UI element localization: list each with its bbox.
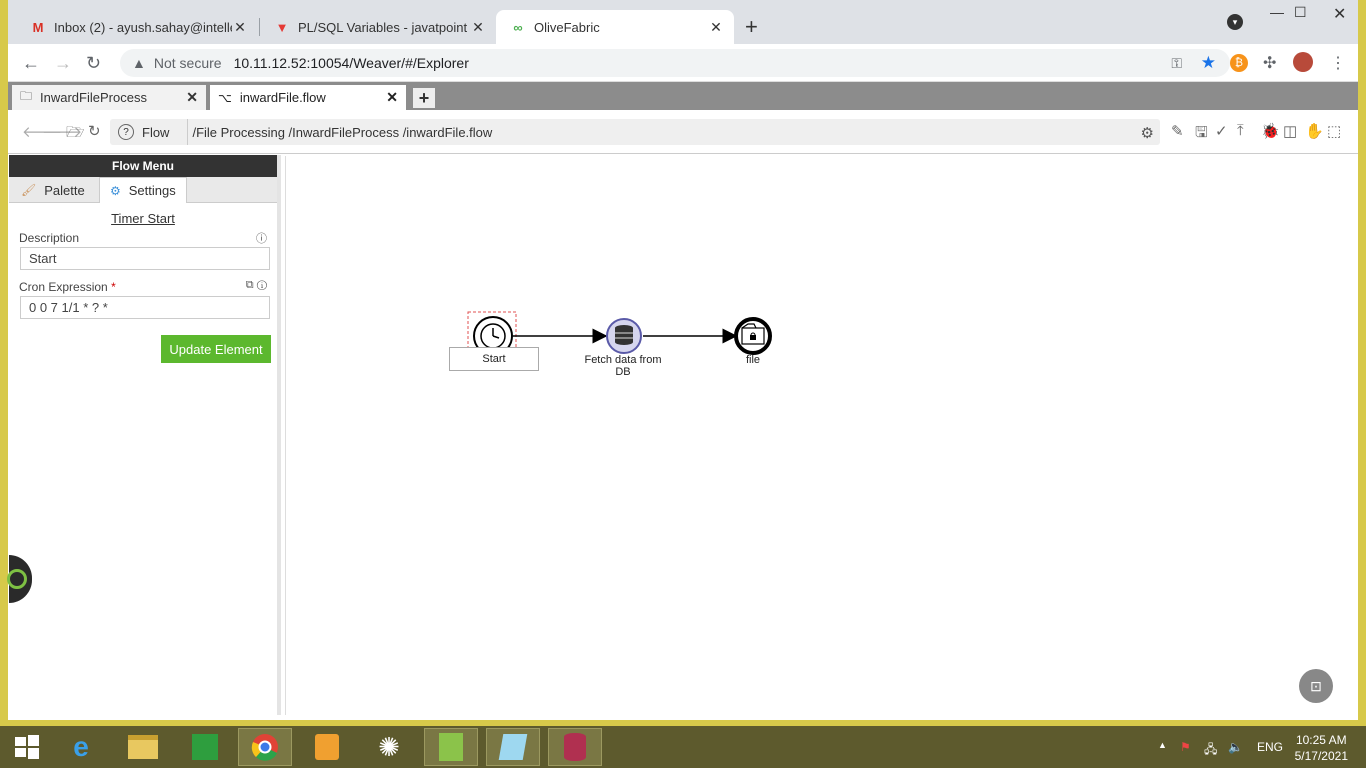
fetch-db-node[interactable]	[606, 318, 642, 354]
debug-icon[interactable]: 🐞	[1261, 122, 1280, 140]
browser-tab-olivefabric[interactable]: ∞ OliveFabric ✕	[496, 10, 734, 44]
console-button[interactable]: ⊡	[1299, 669, 1333, 703]
save-icon[interactable]: 🖫	[1195, 122, 1208, 147]
olive-icon: ∞	[513, 19, 523, 35]
profile-avatar[interactable]	[1293, 52, 1313, 72]
back-icon[interactable]: ←	[22, 53, 40, 74]
element-title[interactable]: Timer Start	[9, 211, 277, 226]
browser-window: M Inbox (2) - ayush.sahay@intellect ✕ ▼ …	[7, 0, 1358, 720]
flow-canvas[interactable]: Start Fetch data from DB file ⊡	[285, 156, 1358, 715]
edit-icon[interactable]: ✎	[1171, 122, 1184, 140]
notepad-icon[interactable]	[486, 728, 540, 766]
media-player-icon[interactable]	[300, 728, 354, 766]
cron-expression-label: Cron Expression *	[19, 280, 116, 294]
flow-icon: ⌥	[218, 90, 232, 105]
gear-icon[interactable]: ⚙	[1141, 124, 1154, 142]
file-explorer-icon[interactable]	[116, 728, 170, 766]
close-window-icon[interactable]: ✕	[1333, 4, 1346, 24]
lasso-select-icon[interactable]: ⬚	[1327, 122, 1341, 140]
help-icon[interactable]: ⓘ	[256, 230, 267, 246]
action-center-icon[interactable]: ⚑	[1180, 740, 1191, 754]
flow-path-bar: ? Flow /File Processing /InwardFileProce…	[110, 119, 1160, 145]
show-hidden-icons[interactable]: ▲	[1158, 740, 1167, 750]
cron-help-icons: ⧉ ⓘ	[246, 279, 267, 292]
address-bar[interactable]: ▲ Not secure 10.11.12.52:10054/Weaver/#/…	[120, 49, 1230, 77]
folder-icon: 🗀	[20, 89, 33, 103]
app-tab-inwardfile-flow[interactable]: ⌥ inwardFile.flow ✕	[210, 85, 406, 110]
system-clock[interactable]: 10:25 AM 5/17/2021	[1295, 732, 1348, 764]
update-element-button[interactable]: Update Element	[161, 335, 271, 363]
refresh-icon[interactable]: ↻	[88, 122, 101, 140]
network-icon[interactable]: 🖧	[1204, 740, 1217, 761]
external-link-icon[interactable]: ⧉	[246, 279, 254, 291]
pinwheel-app-icon[interactable]: ✺	[362, 728, 416, 766]
settings-icon: ⚙	[110, 183, 121, 198]
app-tabbar: 🗀 InwardFileProcess ✕ ⌥ inwardFile.flow …	[8, 82, 1358, 110]
forward-icon[interactable]: →	[54, 53, 72, 74]
bookmark-star-icon[interactable]: ★	[1201, 53, 1216, 73]
new-tab-button[interactable]: +	[745, 15, 758, 39]
cron-expression-input[interactable]: 0 0 7 1/1 * ? *	[20, 296, 270, 319]
palette-icon: 🖌	[21, 183, 37, 197]
notepad-plus-icon[interactable]	[424, 728, 478, 766]
database-icon	[615, 325, 633, 345]
flow-menu-header: Flow Menu	[9, 155, 277, 177]
olive-logo-icon	[7, 569, 27, 589]
tab-settings[interactable]: ⚙ Settings	[99, 177, 187, 203]
tab-palette[interactable]: 🖌 Palette	[11, 177, 95, 203]
validate-icon[interactable]: ✓	[1215, 122, 1228, 140]
store-icon[interactable]	[178, 728, 232, 766]
javatpoint-icon: ▼	[275, 19, 289, 35]
tab-search-icon[interactable]: ▾	[1227, 14, 1243, 30]
browser-tabstrip: M Inbox (2) - ayush.sahay@intellect ✕ ▼ …	[8, 0, 1358, 44]
warning-icon: ▲	[132, 55, 146, 71]
side-handle[interactable]	[7, 555, 32, 603]
browser-tab-gmail[interactable]: M Inbox (2) - ayush.sahay@intellect ✕	[16, 10, 258, 44]
help-icon[interactable]: ⓘ	[257, 279, 267, 291]
help-icon[interactable]: ?	[118, 124, 134, 140]
extensions-icon[interactable]: ✣	[1263, 53, 1276, 73]
add-tab-button[interactable]: +	[413, 88, 435, 108]
close-tab-icon[interactable]: ✕	[232, 19, 248, 36]
menu-icon[interactable]: ⋮	[1330, 53, 1346, 73]
fetch-node-label: Fetch data from DB	[584, 354, 662, 378]
close-icon[interactable]: ✕	[386, 89, 398, 106]
close-tab-icon[interactable]: ✕	[708, 19, 724, 36]
file-node-label: file	[745, 354, 761, 366]
internet-explorer-icon[interactable]: e	[54, 728, 108, 766]
app-toolbar: 🡐 🡒 🗁 ↻ ? Flow /File Processing /InwardF…	[8, 110, 1358, 154]
file-end-node[interactable]	[734, 317, 772, 355]
browser-toolbar: ← → ↻ ▲ Not secure 10.11.12.52:10054/Wea…	[8, 44, 1358, 82]
chrome-icon[interactable]	[238, 728, 292, 766]
open-folder-icon[interactable]: 🗁	[66, 122, 85, 147]
hand-tool-icon[interactable]: ✋	[1305, 122, 1324, 140]
deploy-icon[interactable]: ⤒	[1237, 122, 1244, 139]
windows-taskbar: e ✺ ▲ ⚑ 🖧 🔈 ENG 10:25 AM 5/17/2021	[0, 726, 1366, 768]
key-icon[interactable]: ⚿	[1171, 55, 1182, 72]
reload-icon[interactable]: ↻	[86, 53, 101, 74]
description-label: Description	[19, 231, 80, 245]
description-input[interactable]: Start	[20, 247, 270, 270]
minimize-icon[interactable]: —	[1270, 4, 1284, 20]
app-tab-inwardfileprocess[interactable]: 🗀 InwardFileProcess ✕	[12, 85, 206, 110]
close-icon[interactable]: ✕	[186, 89, 198, 106]
bitcoin-extension-icon[interactable]: ₿	[1230, 54, 1248, 72]
gmail-icon: M	[32, 19, 44, 35]
split-view-icon[interactable]: ◫	[1283, 122, 1297, 140]
language-indicator[interactable]: ENG	[1257, 740, 1283, 754]
maximize-icon[interactable]: ☐	[1294, 4, 1307, 21]
volume-icon[interactable]: 🔈	[1228, 740, 1243, 754]
windows-start-icon[interactable]	[0, 728, 54, 766]
close-tab-icon[interactable]: ✕	[470, 19, 486, 36]
node-label-editor[interactable]: Start	[449, 347, 539, 371]
panel-tabs: 🖌 Palette ⚙ Settings	[9, 177, 277, 203]
flow-diagram	[467, 311, 772, 356]
flow-menu-panel: Flow Menu 🖌 Palette ⚙ Settings Timer Sta…	[7, 155, 281, 715]
sql-developer-icon[interactable]	[548, 728, 602, 766]
browser-tab-javatpoint[interactable]: ▼ PL/SQL Variables - javatpoint ✕	[260, 10, 496, 44]
